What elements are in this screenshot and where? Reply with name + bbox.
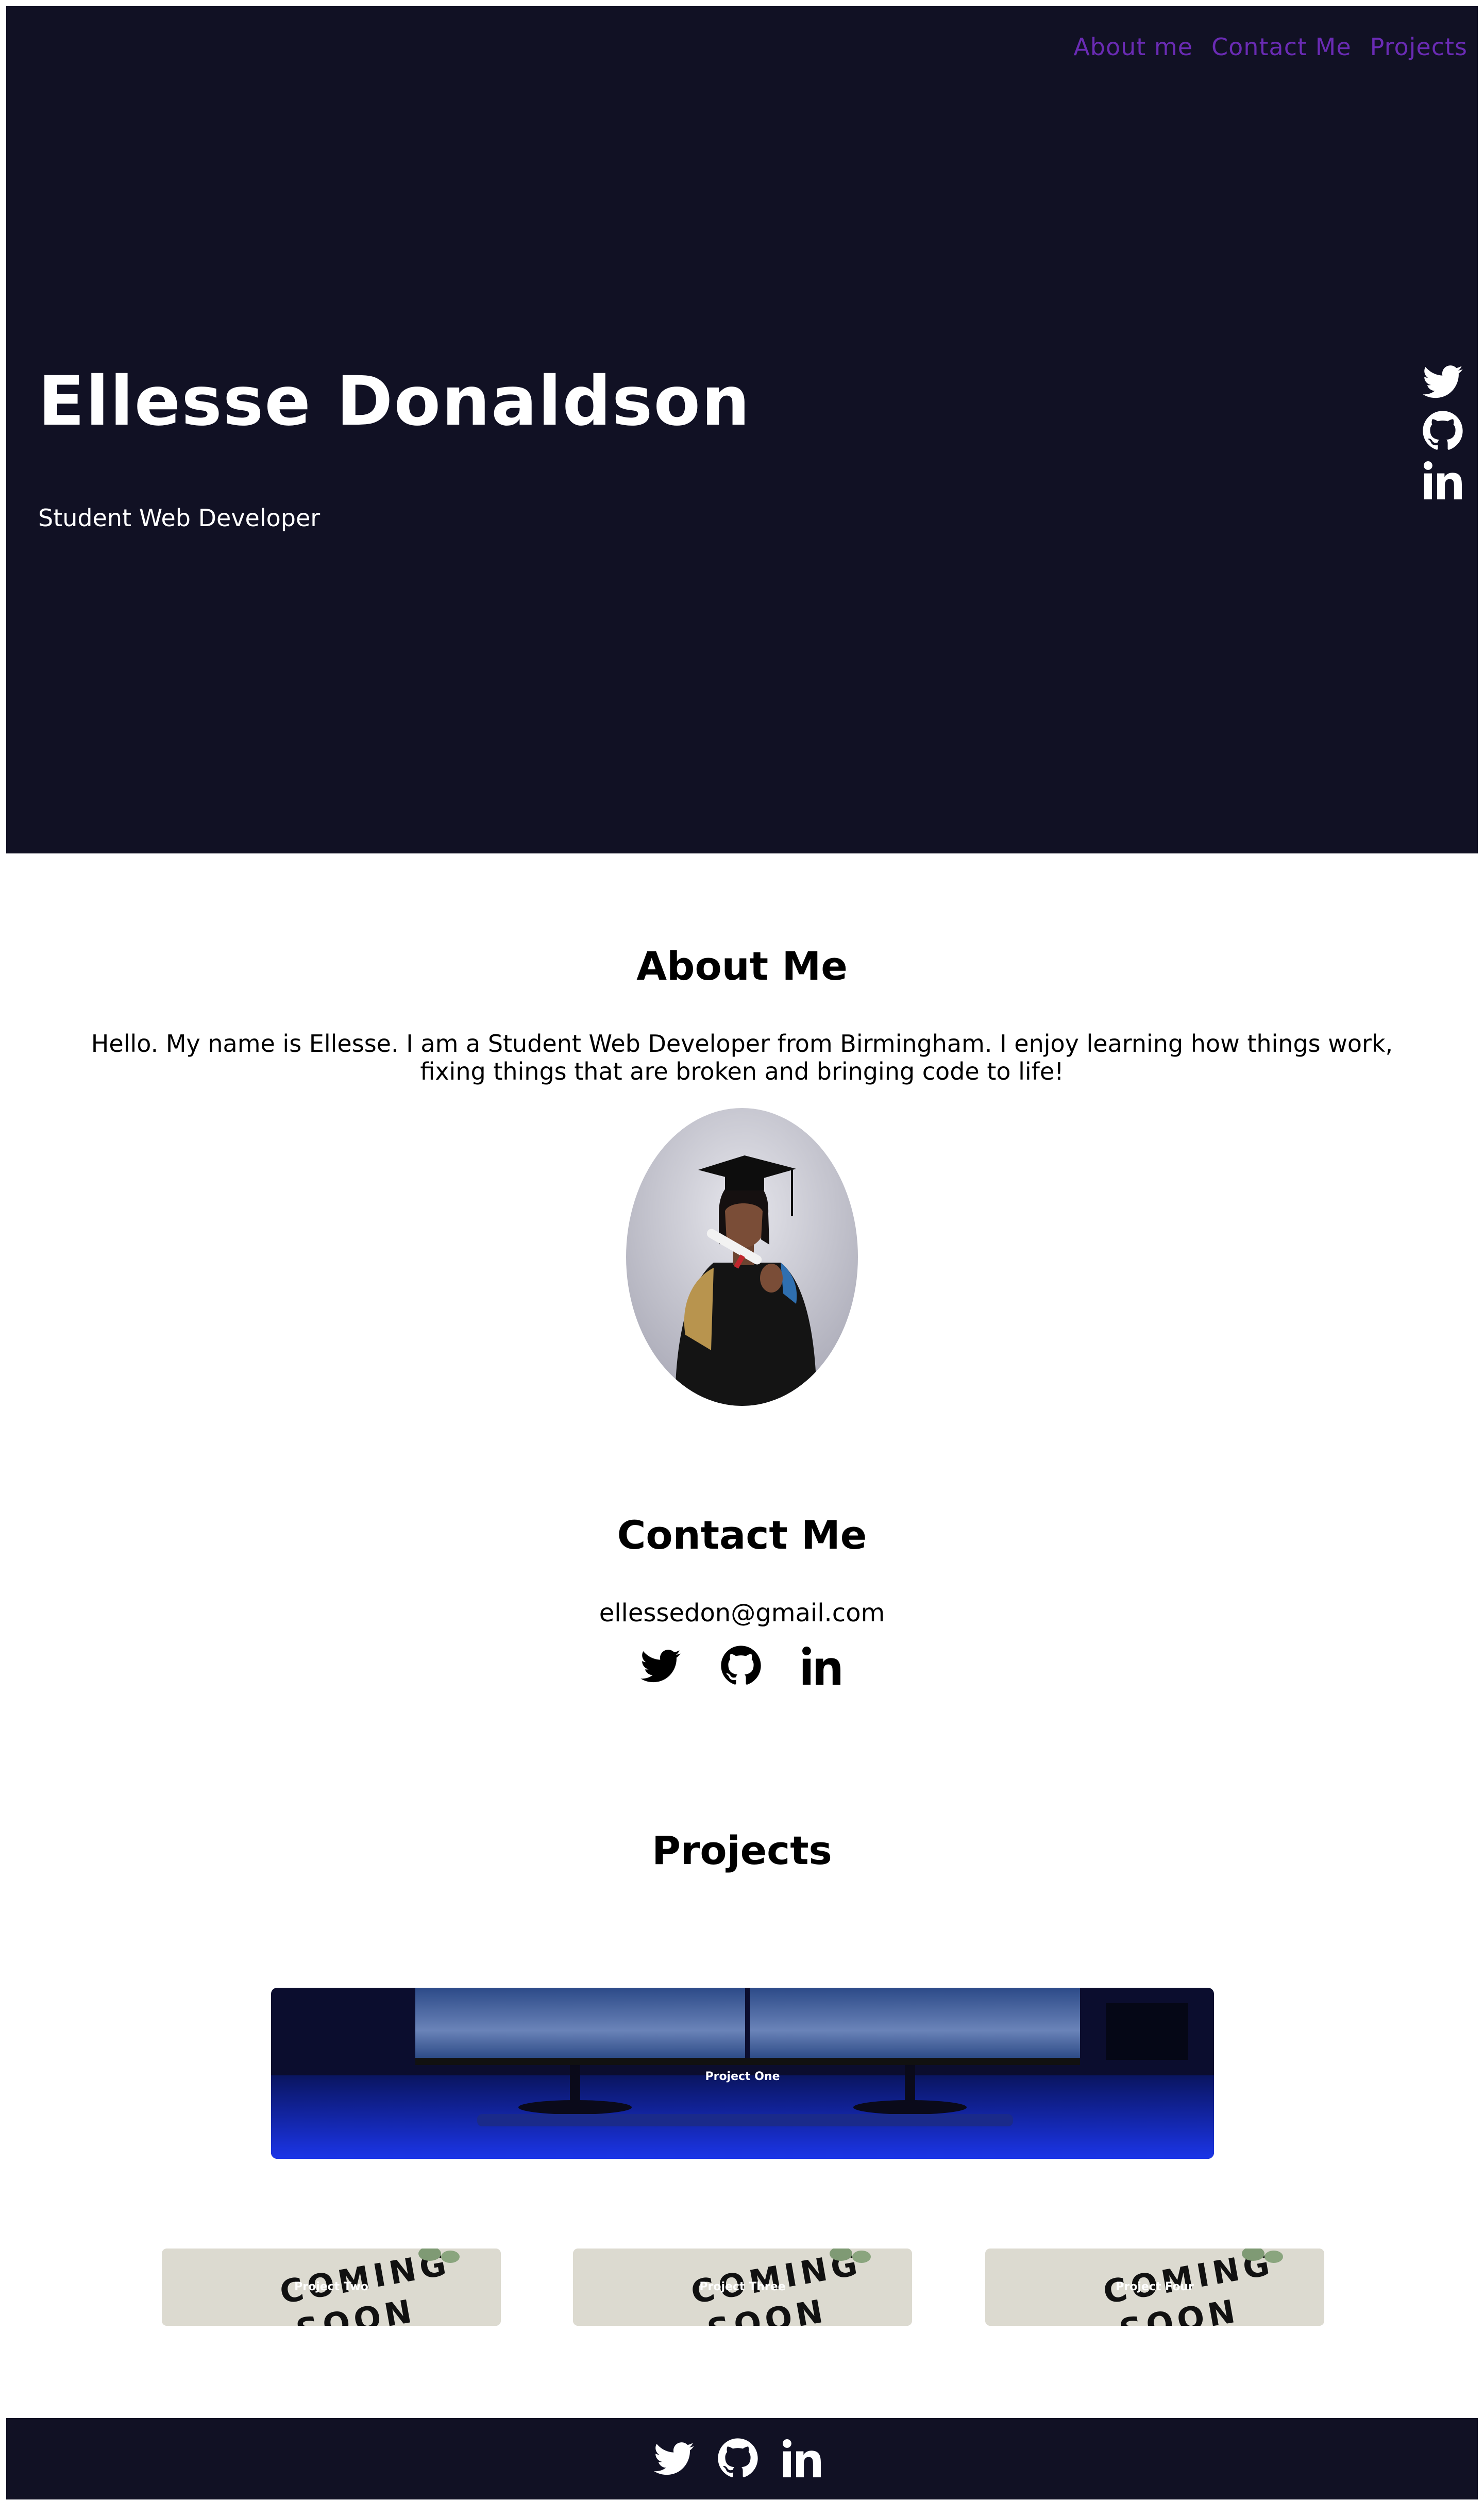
hero-social-links [1421,360,1464,502]
contact-linkedin-link[interactable] [800,1644,843,1687]
contact-social-links [639,1644,843,1687]
twitter-icon [652,2437,696,2480]
twitter-icon [1421,360,1464,403]
github-link[interactable] [1421,409,1464,452]
project-four-label: Project Four [1116,2280,1194,2293]
profile-photo [626,1108,858,1406]
about-title: About Me [636,943,848,989]
contact-github-link[interactable] [719,1644,763,1687]
top-nav: About me Contact Me Projects [1073,33,1468,61]
linkedin-icon [1421,459,1464,502]
project-three-label: Project Three [699,2280,786,2293]
nav-link-contact[interactable]: Contact Me [1211,33,1352,61]
project-one-label: Project One [705,2070,780,2083]
github-icon [719,1644,763,1687]
footer-social-links [652,2437,823,2480]
nav-link-about[interactable]: About me [1073,33,1193,61]
project-two-label: Project Two [294,2280,368,2293]
contact-title: Contact Me [617,1512,867,1558]
project-card-one[interactable]: Project One [271,1988,1214,2159]
linkedin-icon [800,1644,843,1687]
footer-github-link[interactable] [716,2437,760,2480]
linkedin-link[interactable] [1421,459,1464,502]
project-card-two[interactable]: COMING SOON Project Two [162,2249,501,2326]
footer-twitter-link[interactable] [652,2437,696,2480]
twitter-link[interactable] [1421,360,1464,403]
nav-link-projects[interactable]: Projects [1370,33,1468,61]
footer [6,2418,1478,2499]
project-card-four[interactable]: COMING SOON Project Four [985,2249,1324,2326]
contact-email[interactable]: ellessedon@gmail.com [6,1599,1478,1627]
about-text: Hello. My name is Ellesse. I am a Studen… [91,1030,1393,1085]
hero-subtitle: Student Web Developer [38,504,321,532]
projects-title: Projects [652,1827,832,1873]
linkedin-icon [780,2437,823,2480]
contact-twitter-link[interactable] [639,1644,682,1687]
footer-linkedin-link[interactable] [780,2437,823,2480]
twitter-icon [639,1644,682,1687]
hero-name: Ellesse Donaldson [38,362,751,441]
github-icon [1421,409,1464,452]
project-card-three[interactable]: COMING SOON Project Three [573,2249,912,2326]
hero-section: About me Contact Me Projects Ellesse Don… [6,6,1478,853]
github-icon [716,2437,760,2480]
